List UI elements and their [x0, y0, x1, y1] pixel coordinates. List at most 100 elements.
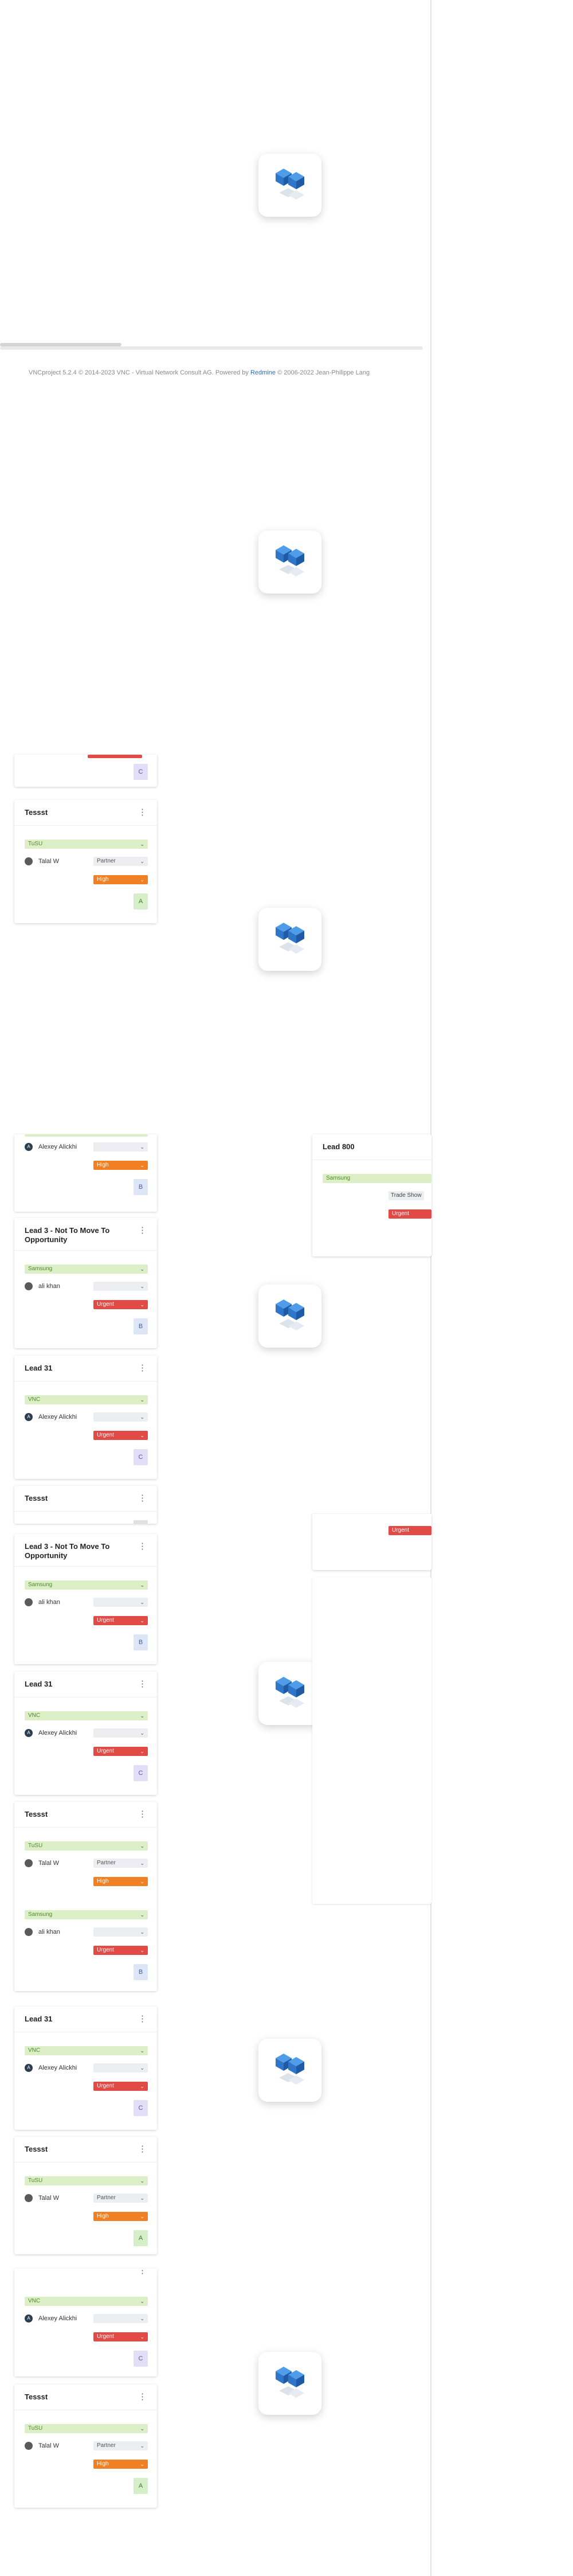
lead-card[interactable]: Lead 3 - Not To Move To Opportunity ⋮ Sam…: [14, 1534, 157, 1664]
lead-card[interactable]: Tessst ⋮ TuSU ⌄ Talal W Partner ⌄ High ⌄ A: [14, 800, 157, 923]
company-value: VNC: [28, 2047, 41, 2054]
priority-select[interactable]: High ⌄: [93, 1161, 148, 1170]
grade-badge: B: [134, 1964, 148, 1980]
priority-select[interactable]: Urgent ⌄: [93, 1300, 148, 1309]
chevron-down-icon: ⌄: [140, 1302, 144, 1307]
priority-value: Urgent: [97, 1748, 115, 1754]
redmine-link[interactable]: Redmine: [250, 369, 276, 376]
card-menu-icon[interactable]: ⋮: [138, 1541, 147, 1551]
role-select[interactable]: Partner ⌄: [93, 857, 148, 866]
grade-badge: A: [134, 2230, 148, 2246]
priority-select[interactable]: [88, 755, 142, 758]
priority-select[interactable]: Urgent ⌄: [93, 1431, 148, 1440]
company-select[interactable]: Samsung ⌄: [25, 1580, 148, 1590]
priority-select[interactable]: Urgent ⌄: [93, 1747, 148, 1756]
card-menu-icon[interactable]: ⋮: [138, 2391, 147, 2402]
lead-card[interactable]: Lead 800 Samsung Trade Show Urgent: [312, 1134, 431, 1256]
priority-select[interactable]: Urgent ⌄: [93, 2332, 148, 2341]
lead-card[interactable]: Tessst ⋮: [14, 1486, 157, 1524]
priority-value: Urgent: [392, 1211, 410, 1217]
card-menu-icon[interactable]: ⋮: [138, 1225, 147, 1235]
priority-select[interactable]: High ⌄: [93, 2460, 148, 2469]
role-select[interactable]: ⌄: [93, 2314, 148, 2323]
card-title: Lead 3 - Not To Move To Opportunity: [25, 1226, 110, 1244]
role-select[interactable]: ⌄: [93, 1927, 148, 1937]
priority-select[interactable]: High ⌄: [93, 2212, 148, 2221]
card-title: Lead 800: [323, 1142, 355, 1151]
priority-select[interactable]: Urgent ⌄: [93, 2082, 148, 2091]
avatar: A: [25, 1143, 33, 1151]
card-menu-icon[interactable]: ⋮: [138, 1809, 147, 1819]
avatar: [25, 1282, 33, 1290]
company-select[interactable]: Samsung ⌄: [25, 1910, 148, 1919]
horizontal-scrollbar[interactable]: [0, 346, 423, 350]
grade-badge: C: [134, 1765, 148, 1781]
source-select[interactable]: Trade Show: [388, 1191, 424, 1200]
owner-name: Alexey Alickhi: [38, 1730, 77, 1736]
chevron-down-icon: ⌄: [140, 2298, 144, 2304]
chevron-down-icon: ⌄: [140, 1912, 144, 1918]
priority-select[interactable]: Urgent ⌄: [93, 1946, 148, 1955]
lead-card[interactable]: Lead 31 ⋮ VNC ⌄ A Alexey Alickhi ⌄ Urgent ⌄…: [14, 2007, 157, 2130]
role-select[interactable]: Partner ⌄: [93, 1859, 148, 1868]
lead-card[interactable]: Lead 31 ⋮ VNC ⌄ A Alexey Alickhi ⌄ Urgent ⌄…: [14, 1356, 157, 1479]
role-select[interactable]: ⌄: [93, 1598, 148, 1607]
card-menu-icon[interactable]: ⋮: [138, 1363, 147, 1373]
lead-card[interactable]: Lead 31 ⋮ VNC ⌄ A Alexey Alickhi ⌄ Urgent ⌄…: [14, 1672, 157, 1795]
role-select[interactable]: ⌄: [93, 1728, 148, 1738]
lead-card[interactable]: A Alexey Alickhi ⌄ High ⌄ B: [14, 1134, 157, 1212]
lead-card[interactable]: C: [14, 755, 157, 787]
company-select[interactable]: TuSU ⌄: [25, 840, 148, 849]
lead-card[interactable]: Tessst ⋮ TuSU ⌄ Talal W Partner ⌄ High ⌄ A: [14, 2384, 157, 2508]
company-select[interactable]: Samsung: [323, 1174, 431, 1183]
role-select[interactable]: Partner ⌄: [93, 2441, 148, 2450]
company-select[interactable]: TuSU ⌄: [25, 1841, 148, 1851]
company-select[interactable]: Samsung ⌄: [25, 1264, 148, 1274]
role-select[interactable]: Partner ⌄: [93, 2193, 148, 2203]
priority-value: Urgent: [97, 1617, 115, 1623]
company-select[interactable]: VNC ⌄: [25, 2046, 148, 2055]
company-select[interactable]: TuSU ⌄: [25, 2176, 148, 2185]
grade-badge: B: [134, 1318, 148, 1334]
role-select[interactable]: ⌄: [93, 2063, 148, 2072]
card-menu-icon[interactable]: ⋮: [138, 2013, 147, 2024]
chevron-down-icon: ⌄: [140, 1748, 144, 1754]
role-select[interactable]: ⌄: [93, 1282, 148, 1291]
owner-name: ali khan: [38, 1599, 60, 1606]
chevron-down-icon: ⌄: [140, 2178, 144, 2184]
priority-select[interactable]: High ⌄: [93, 875, 148, 884]
lead-card[interactable]: Urgent: [312, 1514, 431, 1570]
vnc-cube-icon: [276, 169, 304, 200]
card-menu-icon[interactable]: ⋮: [138, 2144, 147, 2154]
card-menu-icon[interactable]: ⋮: [138, 2269, 147, 2276]
lead-card[interactable]: Tessst ⋮ TuSU ⌄ Talal W Partner ⌄ High ⌄ A: [14, 2137, 157, 2254]
company-select[interactable]: VNC ⌄: [25, 2297, 148, 2306]
lead-card[interactable]: Tessst ⋮ TuSU ⌄ Talal W Partner ⌄ High ⌄ Sam…: [14, 1802, 157, 1991]
company-select[interactable]: VNC ⌄: [25, 1711, 148, 1720]
priority-select[interactable]: Urgent: [388, 1526, 431, 1535]
chevron-down-icon: ⌄: [140, 1730, 144, 1736]
card-menu-icon[interactable]: ⋮: [138, 807, 147, 817]
company-select[interactable]: VNC ⌄: [25, 1395, 148, 1404]
company-select[interactable]: [25, 1134, 148, 1137]
owner-row: A Alexey Alickhi ⌄: [25, 2314, 148, 2324]
lead-card[interactable]: ⋮ VNC ⌄ A Alexey Alickhi ⌄ Urgent ⌄ C: [14, 2269, 157, 2376]
role-select[interactable]: ⌄: [93, 1142, 148, 1152]
company-value: TuSU: [28, 841, 43, 847]
card-menu-icon[interactable]: ⋮: [138, 1493, 147, 1503]
card-menu-icon[interactable]: ⋮: [138, 1679, 147, 1689]
company-value: VNC: [28, 1396, 41, 1403]
footer-prefix: VNCproject 5.2.4 © 2014-2023 VNC - Virtu…: [29, 369, 250, 376]
lead-card[interactable]: Lead 3 - Not To Move To Opportunity ⋮ Sam…: [14, 1218, 157, 1348]
scrollbar-thumb[interactable]: [0, 343, 121, 346]
role-select[interactable]: ⌄: [93, 1412, 148, 1422]
chevron-down-icon: ⌄: [140, 2083, 144, 2089]
priority-value: High: [97, 1878, 109, 1884]
priority-select[interactable]: Urgent ⌄: [93, 1616, 148, 1625]
card-title: Tessst: [25, 2392, 48, 2401]
lead-column-spacer: [312, 1577, 431, 1904]
company-select[interactable]: TuSU ⌄: [25, 2424, 148, 2433]
priority-select[interactable]: High ⌄: [93, 1877, 148, 1886]
owner-name: Alexey Alickhi: [38, 1143, 77, 1150]
priority-select[interactable]: Urgent: [388, 1209, 431, 1219]
